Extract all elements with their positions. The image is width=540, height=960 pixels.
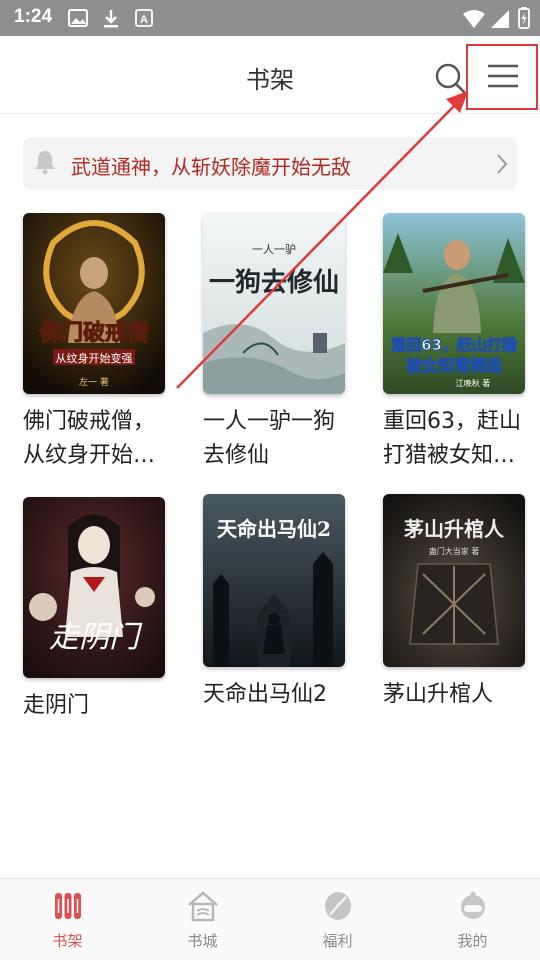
profile-icon [460,891,485,919]
status-time: 1:24 [14,6,53,27]
cover-title: 一狗去修仙 [209,267,339,298]
nav-label: 书城 [187,932,218,950]
nav-item-bookshelf[interactable]: 书架 [0,879,135,960]
search-icon [435,63,466,94]
cover-title: 茅山升棺人 [404,517,505,541]
book-title: 走阴门 [23,693,90,718]
nav-item-welfare[interactable]: 福利 [270,879,405,960]
signal-icon [491,10,509,28]
book-cover: 茅山升棺人 蛊门大当家 著 [383,494,525,667]
image-icon [68,9,88,27]
book-title: 一人一驴一狗去修仙 [203,409,336,468]
cover-title: 走阴门 [49,620,143,655]
notice-text: 武道通神，从斩妖除魔开始无敌 [71,155,351,179]
book-title: 天命出马仙2 [203,682,327,707]
bell-icon [35,151,55,175]
cover-title: 天命出马仙2 [217,517,331,541]
cover-subtitle: 被女知青倒追 [406,356,503,375]
bookshelf-icon [54,893,81,919]
book-cover: 佛门破戒僧 从纹身开始变强 左一 著 [23,213,165,394]
nav-label: 福利 [322,932,353,950]
book-cover: 一人一驴 一狗去修仙 [203,213,345,394]
wifi-icon [463,10,485,28]
book-title: 重回63，赶山打猎被女知… [383,409,521,468]
cover-author: 左一 著 [79,376,109,388]
book-cover: 天命出马仙2 [203,494,345,667]
welfare-icon [324,892,351,920]
nav-item-profile[interactable]: 我的 [405,879,540,960]
cover-subtitle: 从纹身开始变强 [56,351,133,365]
book-cover: 重回63，赶山打猎 被女知青倒追 江晚秋 著 [383,213,525,394]
notice-bar[interactable]: 武道通神，从斩妖除魔开始无敌 [23,137,517,190]
cover-title: 佛门破戒僧 [38,320,149,346]
svg-text:A: A [140,14,148,26]
book-title: 佛门破戒僧，从纹身开始… [23,409,156,468]
cover-author: 蛊门大当家 著 [429,546,480,556]
chevron-right-icon [497,154,508,174]
cover-title: 重回63，赶山打猎 [391,336,517,354]
nav-label: 我的 [457,932,488,950]
menu-button[interactable] [482,58,522,94]
bookstore-icon [187,891,218,922]
search-button[interactable] [432,60,468,96]
book-title: 茅山升棺人 [383,682,494,707]
status-bar: 1:24 A [0,0,540,36]
bottom-nav: 书架 书城 福利 我的 [0,878,540,960]
download-icon [104,10,118,28]
menu-icon [488,64,518,88]
header: 书架 [0,36,540,114]
cover-subtitle: 一人一驴 [252,242,296,256]
font-icon: A [135,9,153,27]
nav-item-bookstore[interactable]: 书城 [135,879,270,960]
book-cover: 走阴门 [23,497,165,678]
nav-label: 书架 [52,932,83,950]
cover-author: 江晚秋 著 [456,378,491,388]
battery-icon [518,7,530,29]
